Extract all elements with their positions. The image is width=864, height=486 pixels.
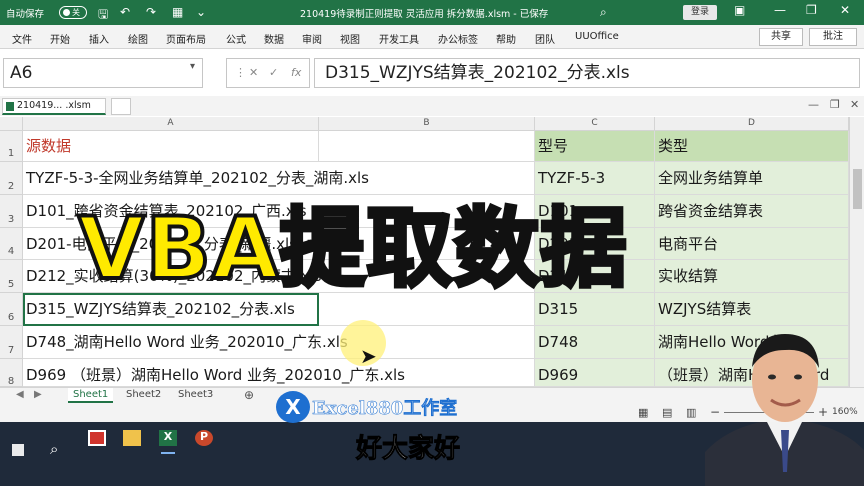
doc-tab-active[interactable]: 210419... .xlsm bbox=[2, 98, 106, 115]
formula-controls: ⋮ ✕ ✓ fx bbox=[226, 58, 310, 88]
login-button[interactable]: 登录 bbox=[683, 5, 717, 20]
enter-icon[interactable]: ✓ bbox=[269, 66, 278, 79]
row-header[interactable]: 8 bbox=[0, 359, 23, 387]
window-title: 210419待录制正则提取 灵活应用 拆分数据.xlsm - 已保存 bbox=[300, 9, 549, 20]
tab-review[interactable]: 审阅 bbox=[302, 31, 322, 46]
close-icon[interactable]: ✕ bbox=[840, 3, 850, 17]
cell-d1[interactable]: 类型 bbox=[655, 131, 849, 162]
file-explorer-icon[interactable] bbox=[123, 430, 141, 446]
select-all-corner[interactable] bbox=[0, 117, 23, 131]
name-box[interactable]: A6 bbox=[3, 58, 203, 88]
undo-icon[interactable]: ↶ bbox=[120, 5, 130, 19]
redo-icon[interactable]: ↷ bbox=[146, 5, 156, 19]
tab-data[interactable]: 数据 bbox=[264, 31, 284, 46]
fx-button[interactable]: fx bbox=[291, 66, 301, 79]
customize-toolbar-icon[interactable]: ⌄ bbox=[196, 5, 206, 19]
comments-button[interactable]: 批注 bbox=[809, 28, 857, 46]
row-header[interactable]: 7 bbox=[0, 326, 23, 359]
close-doc-icon[interactable]: ✕ bbox=[850, 98, 859, 111]
prev-sheet-icon[interactable]: ◀ bbox=[16, 389, 24, 400]
minimize-doc-icon[interactable]: — bbox=[808, 98, 819, 111]
share-button[interactable]: 共享 bbox=[759, 28, 803, 46]
sheet-tab-sheet1[interactable]: Sheet1 bbox=[68, 388, 114, 403]
presenter-photo bbox=[705, 334, 864, 486]
scroll-thumb[interactable] bbox=[853, 169, 862, 209]
minimize-icon[interactable]: — bbox=[774, 3, 786, 17]
tab-view[interactable]: 视图 bbox=[340, 31, 360, 46]
tab-home[interactable]: 开始 bbox=[50, 31, 70, 46]
cancel-icon[interactable]: ✕ bbox=[249, 66, 258, 79]
save-icon[interactable]: 🖫 bbox=[98, 5, 108, 26]
row-header[interactable]: 2 bbox=[0, 162, 23, 195]
cell-c8[interactable]: D969 bbox=[535, 359, 655, 387]
quick-access-icon[interactable]: ▦ bbox=[172, 5, 183, 19]
new-doc-tab[interactable] bbox=[111, 98, 131, 115]
formula-input[interactable]: D315_WZJYS结算表_202102_分表.xls bbox=[314, 58, 860, 88]
tab-file[interactable]: 文件 bbox=[12, 31, 32, 46]
cell-a8[interactable]: D969 （班景）湖南Hello Word 业务_202010_广东.xls bbox=[23, 359, 535, 387]
column-header-b[interactable]: B bbox=[319, 117, 535, 131]
add-sheet-icon[interactable]: ⊕ bbox=[244, 388, 254, 402]
tab-developer[interactable]: 开发工具 bbox=[379, 31, 419, 46]
tab-page-layout[interactable]: 页面布局 bbox=[166, 31, 206, 46]
cell-a7[interactable]: D748_湖南Hello Word 业务_202010_广东.xls bbox=[23, 326, 535, 359]
normal-view-icon[interactable]: ▦ bbox=[638, 406, 648, 419]
tab-insert[interactable]: 插入 bbox=[89, 31, 109, 46]
cell-d5[interactable]: 实收结算 bbox=[655, 260, 849, 293]
row-header[interactable]: 6 bbox=[0, 293, 23, 326]
tab-team[interactable]: 团队 bbox=[535, 31, 555, 46]
tab-help[interactable]: 帮助 bbox=[496, 31, 516, 46]
windows-start-icon[interactable] bbox=[12, 444, 24, 456]
sheet-tab-sheet2[interactable]: Sheet2 bbox=[121, 388, 166, 403]
column-header-d[interactable]: D bbox=[655, 117, 849, 131]
next-sheet-icon[interactable]: ▶ bbox=[34, 389, 42, 400]
row-header[interactable]: 5 bbox=[0, 260, 23, 293]
cell-c1[interactable]: 型号 bbox=[535, 131, 655, 162]
document-tabs: 210419... .xlsm — ❐ ✕ bbox=[0, 96, 864, 116]
page-break-view-icon[interactable]: ▥ bbox=[686, 406, 696, 419]
restore-doc-icon[interactable]: ❐ bbox=[830, 98, 840, 111]
autosave-toggle[interactable]: 关 bbox=[59, 6, 87, 19]
formula-row: A6 ▾ ⋮ ✕ ✓ fx D315_WZJYS结算表_202102_分表.xl… bbox=[0, 55, 864, 93]
restore-icon[interactable]: ❐ bbox=[806, 3, 817, 17]
ribbon-display-icon[interactable]: ▣ bbox=[734, 3, 745, 17]
search-icon[interactable]: ⌕ bbox=[600, 5, 607, 20]
powerpoint-icon[interactable]: P bbox=[195, 430, 213, 446]
cell-d3[interactable]: 跨省资金结算表 bbox=[655, 195, 849, 228]
more-icon: ⋮ bbox=[235, 66, 246, 79]
cell-b1[interactable] bbox=[319, 131, 535, 162]
row-header[interactable]: 3 bbox=[0, 195, 23, 228]
column-header-a[interactable]: A bbox=[23, 117, 319, 131]
cell-c7[interactable]: D748 bbox=[535, 326, 655, 359]
taskbar-search-icon[interactable]: ⌕ bbox=[50, 440, 58, 458]
cell-d2[interactable]: 全网业务结算单 bbox=[655, 162, 849, 195]
sheet-tab-sheet3[interactable]: Sheet3 bbox=[173, 388, 218, 403]
cell-d4[interactable]: 电商平台 bbox=[655, 228, 849, 260]
video-subtitle: 好大家好 bbox=[355, 434, 461, 465]
mouse-pointer-icon: ➤ bbox=[360, 344, 377, 368]
autosave-state: 关 bbox=[72, 8, 80, 17]
watermark-badge: X bbox=[276, 391, 310, 423]
excel-icon[interactable]: X bbox=[159, 430, 177, 446]
watermark-text: Excel880工作室 bbox=[312, 398, 458, 420]
tab-office-tab[interactable]: 办公标签 bbox=[438, 31, 478, 46]
tab-formulas[interactable]: 公式 bbox=[226, 31, 246, 46]
studio-watermark: X Excel880工作室 bbox=[276, 391, 508, 423]
active-app-indicator bbox=[161, 452, 175, 454]
video-title-overlay: VBA提取数据 bbox=[76, 197, 629, 301]
column-header-c[interactable]: C bbox=[535, 117, 655, 131]
row-header[interactable]: 4 bbox=[0, 228, 23, 260]
autosave-label: 自动保存 bbox=[6, 9, 45, 20]
name-box-dropdown-icon[interactable]: ▾ bbox=[190, 61, 195, 72]
tab-draw[interactable]: 绘图 bbox=[128, 31, 148, 46]
ribbon-tabs: 文件 开始 插入 绘图 页面布局 公式 数据 审阅 视图 开发工具 办公标签 帮… bbox=[0, 25, 864, 49]
title-bar: 自动保存 关 🖫 ↶ ↷ ▦ ⌄ 210419待录制正则提取 灵活应用 拆分数据… bbox=[0, 0, 864, 25]
tab-uuoffice[interactable]: UUOffice bbox=[575, 31, 619, 42]
row-header[interactable]: 1 bbox=[0, 131, 23, 162]
page-layout-view-icon[interactable]: ▤ bbox=[662, 406, 672, 419]
cell-a1[interactable]: 源数据 bbox=[23, 131, 319, 162]
taskbar-app-icon[interactable] bbox=[88, 430, 106, 446]
